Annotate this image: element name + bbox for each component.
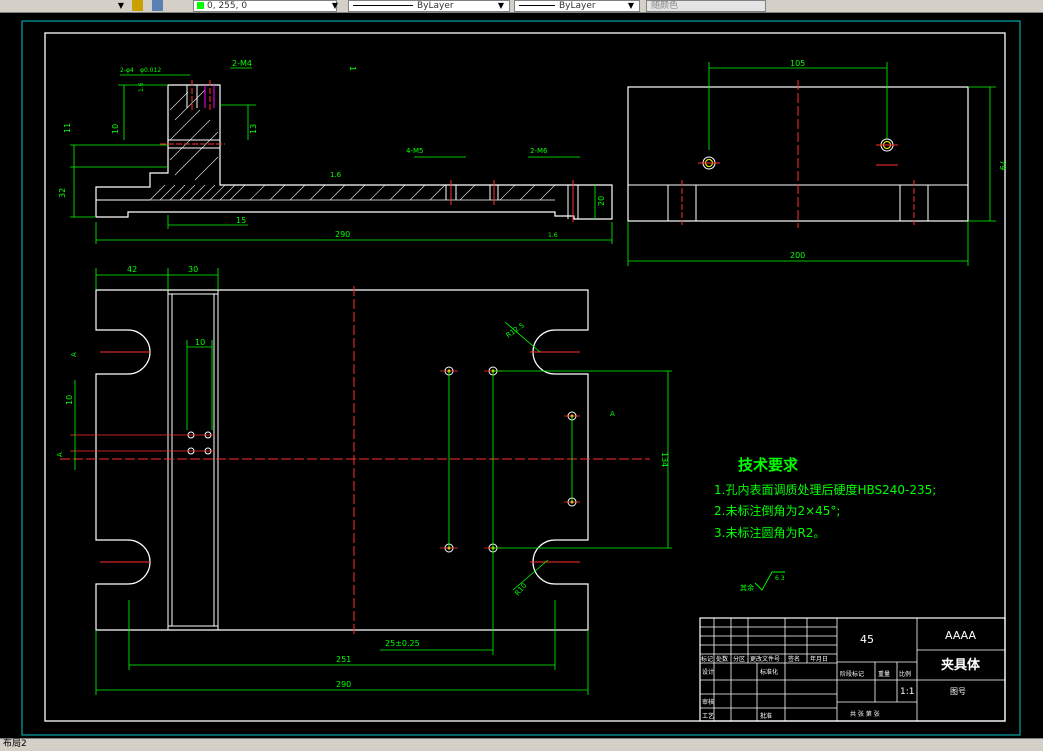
title-block-text: 标记 处数 分区 更改文件号 签名 年月日 设计 标准化 审核 工艺 批准 阶段…	[701, 655, 966, 720]
tb-company: AAAA	[945, 629, 976, 642]
lineweight-dropdown-arrow-icon[interactable]: ▼	[626, 0, 636, 11]
tb-head-mark: 标记	[701, 655, 713, 663]
tb-material: 45	[860, 633, 874, 646]
dim-front-11: 11	[63, 123, 72, 133]
tb-approve: 批准	[760, 712, 772, 720]
linetype-value: ByLayer	[417, 1, 454, 11]
color-value: 0, 255, 0	[207, 1, 248, 11]
tb-weight: 重量	[878, 670, 890, 678]
tb-head-zone: 分区	[733, 655, 745, 663]
dim-top-251: 251	[336, 655, 351, 664]
dim-side-105: 105	[790, 59, 805, 68]
front-view: 290 15 32 11 10 13 2-M4 φ0.012 2-φ4 4-M5…	[58, 59, 613, 244]
dim-front-290: 290	[335, 230, 350, 239]
linetype-sample-icon	[353, 5, 413, 6]
dropdown-arrow-icon[interactable]: ▼	[116, 0, 126, 11]
top-view: 42 30 10 10 R12.5 R10 134 25±0.25 251 29…	[56, 265, 785, 695]
tb-head-sign: 签名	[788, 655, 800, 663]
linetype-control[interactable]: ByLayer	[348, 0, 510, 12]
lineweight-value: ByLayer	[559, 1, 596, 11]
section-marker-a-left: A	[70, 352, 78, 357]
section-marker-a-right: A	[610, 410, 615, 418]
tb-scale-value: 1:1	[900, 687, 914, 697]
dim-front-10: 10	[111, 124, 120, 134]
dim-side-200: 200	[790, 251, 805, 260]
tb-review: 审核	[702, 698, 714, 706]
dim-top-134: 134	[660, 452, 669, 467]
tb-head-change-no: 更改文件号	[750, 655, 780, 663]
roughness-1-6-b: 1.6	[548, 232, 558, 239]
cad-drawing: 290 15 32 11 10 13 2-M4 φ0.012 2-φ4 4-M5…	[21, 20, 1021, 736]
tb-stage: 阶段标记	[840, 670, 864, 678]
plotstyle-control: 随颜色	[646, 0, 766, 12]
color-control[interactable]: 0, 255, 0	[193, 0, 337, 12]
tb-sheet: 共 张 第 张	[850, 710, 880, 718]
dim-side-79: 79	[998, 160, 1007, 170]
tb-head-date: 年月日	[810, 655, 828, 663]
dim-phi012: φ0.012	[140, 67, 161, 74]
color-dropdown-arrow-icon[interactable]: ▼	[330, 0, 340, 11]
dim-front-15: 15	[236, 216, 246, 225]
tb-part-name: 夹具体	[941, 657, 981, 673]
color-swatch-icon	[197, 2, 204, 9]
tech-requirements-title: 技术要求	[738, 456, 799, 474]
tech-item-3: 3.未标注圆角为R2。	[714, 526, 826, 540]
section-marker-a-axis: A	[56, 452, 64, 457]
dim-front-13: 13	[249, 124, 258, 134]
layout-tabbar: 布局2	[0, 738, 1043, 751]
dim-top-30: 30	[188, 265, 198, 274]
roughness-other-value: 6.3	[775, 575, 785, 582]
tab-layout2[interactable]: 布局2	[0, 739, 30, 750]
layer-previous-icon[interactable]	[152, 0, 163, 11]
roughness-1-6-a: 1.6	[330, 171, 342, 179]
dim-top-10v: 10	[65, 395, 74, 405]
side-view: 105 79 200	[627, 59, 1007, 266]
dim-front-32: 32	[58, 188, 67, 198]
dim-top-290: 290	[336, 680, 351, 689]
dim-2m6: 2-M6	[530, 147, 548, 155]
dim-r10: R10	[513, 582, 528, 598]
plotstyle-value: 随颜色	[651, 1, 679, 11]
dim-4m5: 4-M5	[406, 147, 423, 155]
layer-states-icon[interactable]	[132, 0, 143, 11]
dim-2m4: 2-M4	[232, 59, 252, 68]
roughness-other-prefix: 其余	[740, 583, 754, 592]
properties-toolbar: ▼ 0, 255, 0 ▼ ByLayer ▼ ByLayer ▼ 随颜色	[0, 0, 1043, 13]
tb-standardize: 标准化	[760, 668, 778, 676]
roughness-1-6-c: 1.6	[138, 82, 145, 92]
lineweight-control[interactable]: ByLayer	[514, 0, 640, 12]
lineweight-sample-icon	[519, 5, 555, 6]
drawing-canvas[interactable]: 290 15 32 11 10 13 2-M4 φ0.012 2-φ4 4-M5…	[0, 13, 1043, 738]
dim-top-42: 42	[127, 265, 137, 274]
dim-top-25: 25±0.25	[385, 639, 420, 648]
tech-item-2: 2.未标注倒角为2×45°;	[714, 504, 841, 518]
tb-process: 工艺	[702, 712, 714, 720]
linetype-dropdown-arrow-icon[interactable]: ▼	[496, 0, 506, 11]
dim-2phi4: 2-φ4	[120, 67, 134, 74]
dim-front-20: 20	[597, 196, 606, 206]
tb-drawing-no-label: 图号	[950, 687, 966, 696]
dim-top-10h: 10	[195, 338, 205, 347]
tb-head-count: 处数	[716, 655, 728, 663]
section-label-1: 1	[348, 66, 357, 71]
tb-design: 设计	[702, 668, 714, 676]
tb-scale-label: 比例	[899, 670, 911, 678]
tech-item-1: 1.孔内表面调质处理后硬度HBS240-235;	[714, 483, 937, 497]
